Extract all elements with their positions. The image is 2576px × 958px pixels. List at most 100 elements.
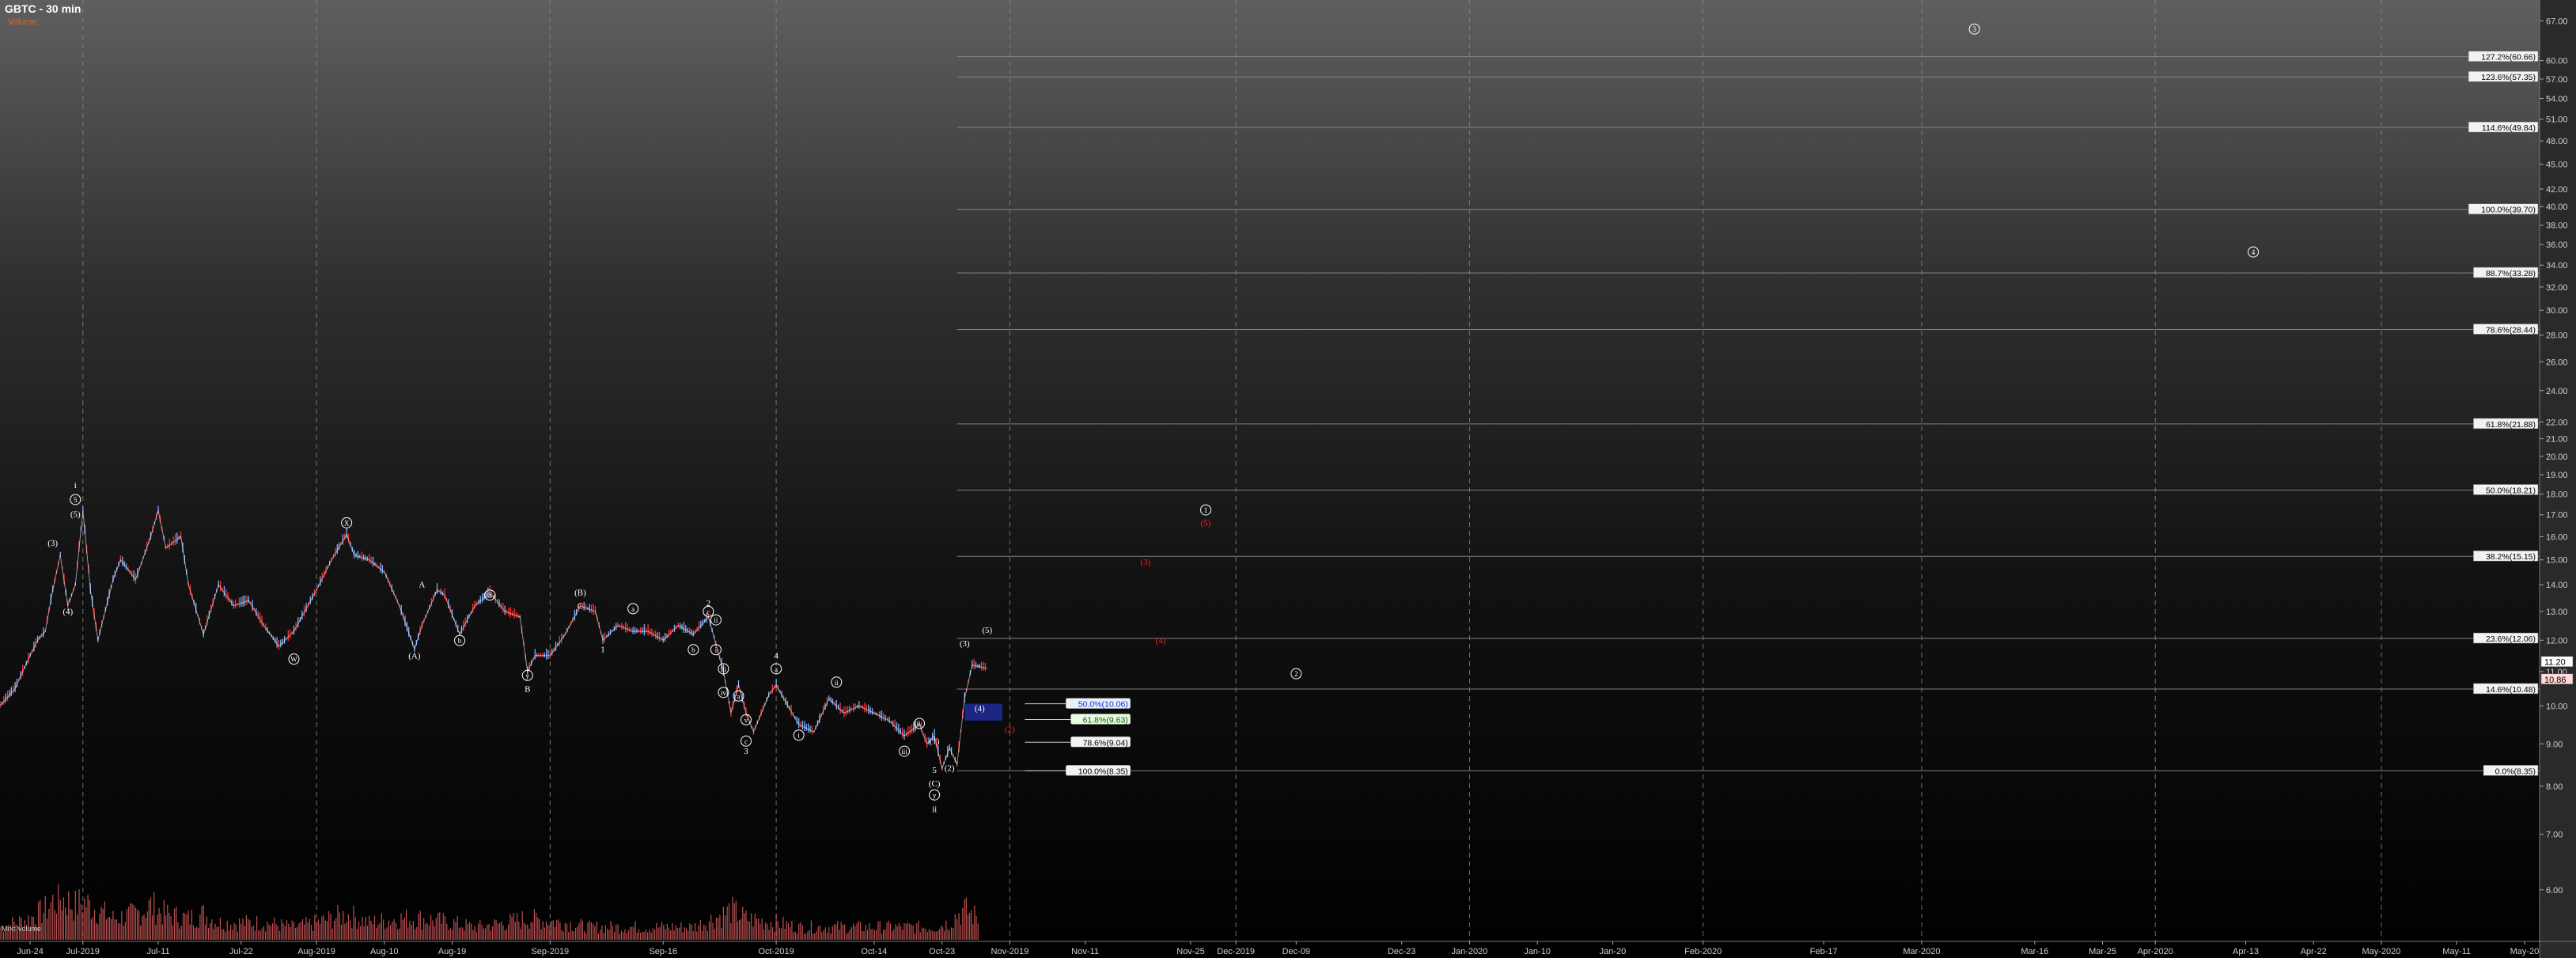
fib-level-label: 14.6%(10.48) [2486,685,2536,695]
current-price-label: 11.20 [2544,658,2566,668]
y-tick-label: 48.00 [2546,137,2568,146]
wave-label: 4 [774,652,778,661]
wave-label: ii [714,616,718,624]
wave-label: 2 [1294,670,1298,678]
y-tick-label: 67.00 [2546,17,2568,26]
fib-level-label: 38.2%(15.15) [2486,552,2536,562]
x-tick-label: Apr-22 [2301,947,2327,956]
chart-root: 67.00 60.00 57.00 54.00 51.00 48.00 45.00 42.00… [0,0,2576,958]
x-tick-label: Oct-23 [929,947,955,956]
wave-label: ii [932,805,937,814]
x-tick-label: Dec-2019 [1217,947,1255,956]
wave-label: a [737,692,740,700]
current-price-label: 10.86 [2544,676,2567,685]
wave-label: ii [835,679,839,687]
y-tick-label: 38.00 [2546,222,2568,231]
y-tick-label: 10.00 [2546,702,2568,711]
x-tick-label: Sep-16 [649,947,676,956]
fib-retrace-label: 61.8%(9.63) [1083,715,1128,725]
x-tick-label: Sep-2019 [531,947,569,956]
y-tick-label: 28.00 [2546,331,2568,341]
wave-label: a [775,665,778,673]
wave-label: c [744,737,748,745]
x-tick-label: Aug-10 [370,947,398,956]
fib-level-label: 78.6%(28.44) [2486,325,2536,335]
wave-label: 3 [1972,25,1976,33]
x-tick-label: Jul-11 [146,947,169,956]
wave-label: (B) [574,588,586,597]
y-tick-label: 6.00 [2546,886,2563,896]
wave-label: (2) [1005,725,1015,734]
wave-label: (5) [982,626,992,635]
wave-label: 5 [932,766,937,775]
fib-level-label: 0.0%(8.35) [2495,767,2536,776]
x-tick-label: Dec-23 [1388,947,1415,956]
wave-label: y [933,791,937,799]
wave-label: 3 [744,747,748,756]
volume-pane-label: Mrkt Volume [2,925,42,933]
x-tick-label: Nov-25 [1176,947,1204,956]
fib-level-label: 50.0%(18.21) [2486,486,2536,495]
y-tick-label: 19.00 [2546,471,2568,480]
x-tick-label: Jul-22 [229,947,253,956]
y-tick-label: 40.00 [2546,203,2568,212]
x-tick-label: Feb-17 [1810,947,1838,956]
x-tick-label: Nov-11 [1071,947,1099,956]
x-tick-label: Dec-09 [1282,947,1310,956]
fib-retrace-label: 78.6%(9.04) [1083,738,1128,748]
x-tick-label: Aug-19 [438,947,466,956]
wave-label: iii [721,665,727,673]
fib-level-label: 61.8%(21.88) [2486,420,2536,430]
wave-label: iv [721,689,727,697]
volume-indicator-label: Volume [8,17,37,27]
wave-label: i [797,732,800,740]
x-tick-label: Jun-24 [17,947,44,956]
x-tick-label: Apr-13 [2233,947,2259,956]
fib-level-label: 100.0%(39.70) [2481,206,2536,215]
chart-title: GBTC - 30 min [5,2,81,15]
wave-label: (4) [63,607,73,616]
wave-label: 5 [74,496,78,504]
y-tick-label: 36.00 [2546,240,2568,250]
y-tick-label: 22.00 [2546,418,2568,427]
y-tick-label: 54.00 [2546,95,2568,104]
y-tick-label: 12.00 [2546,636,2568,646]
wave-label: W [290,656,297,664]
wave-label: 1 [600,646,605,655]
y-tick-label: 18.00 [2546,490,2568,500]
wave-label: (2) [945,763,955,773]
x-tick-label: Oct-14 [861,947,887,956]
wave-label: (A) [408,652,421,661]
y-tick-label: 32.00 [2546,283,2568,293]
y-tick-label: 34.00 [2546,261,2568,271]
wave-label: b [458,637,462,645]
y-tick-label: 9.00 [2546,740,2563,749]
fib-level-label: 123.6%(57.35) [2481,73,2536,82]
wave-label: iv [917,720,923,728]
wave-label: (4) [975,704,985,714]
wave-label: 1 [1204,506,1208,514]
y-tick-label: 42.00 [2546,185,2568,195]
wave-label: (1) [930,736,940,746]
x-tick-label: May-2020 [2362,947,2401,956]
x-tick-label: Mar-16 [2021,947,2048,956]
wave-label: c [707,608,710,615]
fib-retrace-label: 50.0%(10.06) [1078,700,1128,710]
fib-level-label: 88.7%(33.28) [2486,269,2536,278]
x-tick-label: Jan-20 [1600,947,1627,956]
fib-level-label: 127.2%(60.66) [2481,53,2536,62]
wave-label: b [691,646,695,654]
price-line [0,510,987,771]
y-tick-label: 14.00 [2546,581,2568,590]
x-tick-label: Jan-2020 [1451,947,1487,956]
wave-label: a [631,605,635,613]
x-tick-label: Mar-2020 [1903,947,1940,956]
y-tick-label: 26.00 [2546,358,2568,367]
y-tick-label: 30.00 [2546,306,2568,316]
wave-label: A [419,580,425,589]
fib-level-label: 114.6%(49.84) [2482,123,2536,133]
x-tick-label: Oct-2019 [758,947,794,956]
y-tick-label: 45.00 [2546,161,2568,170]
wave-label: (3) [47,539,58,548]
x-tick-label: Aug-2019 [297,947,335,956]
